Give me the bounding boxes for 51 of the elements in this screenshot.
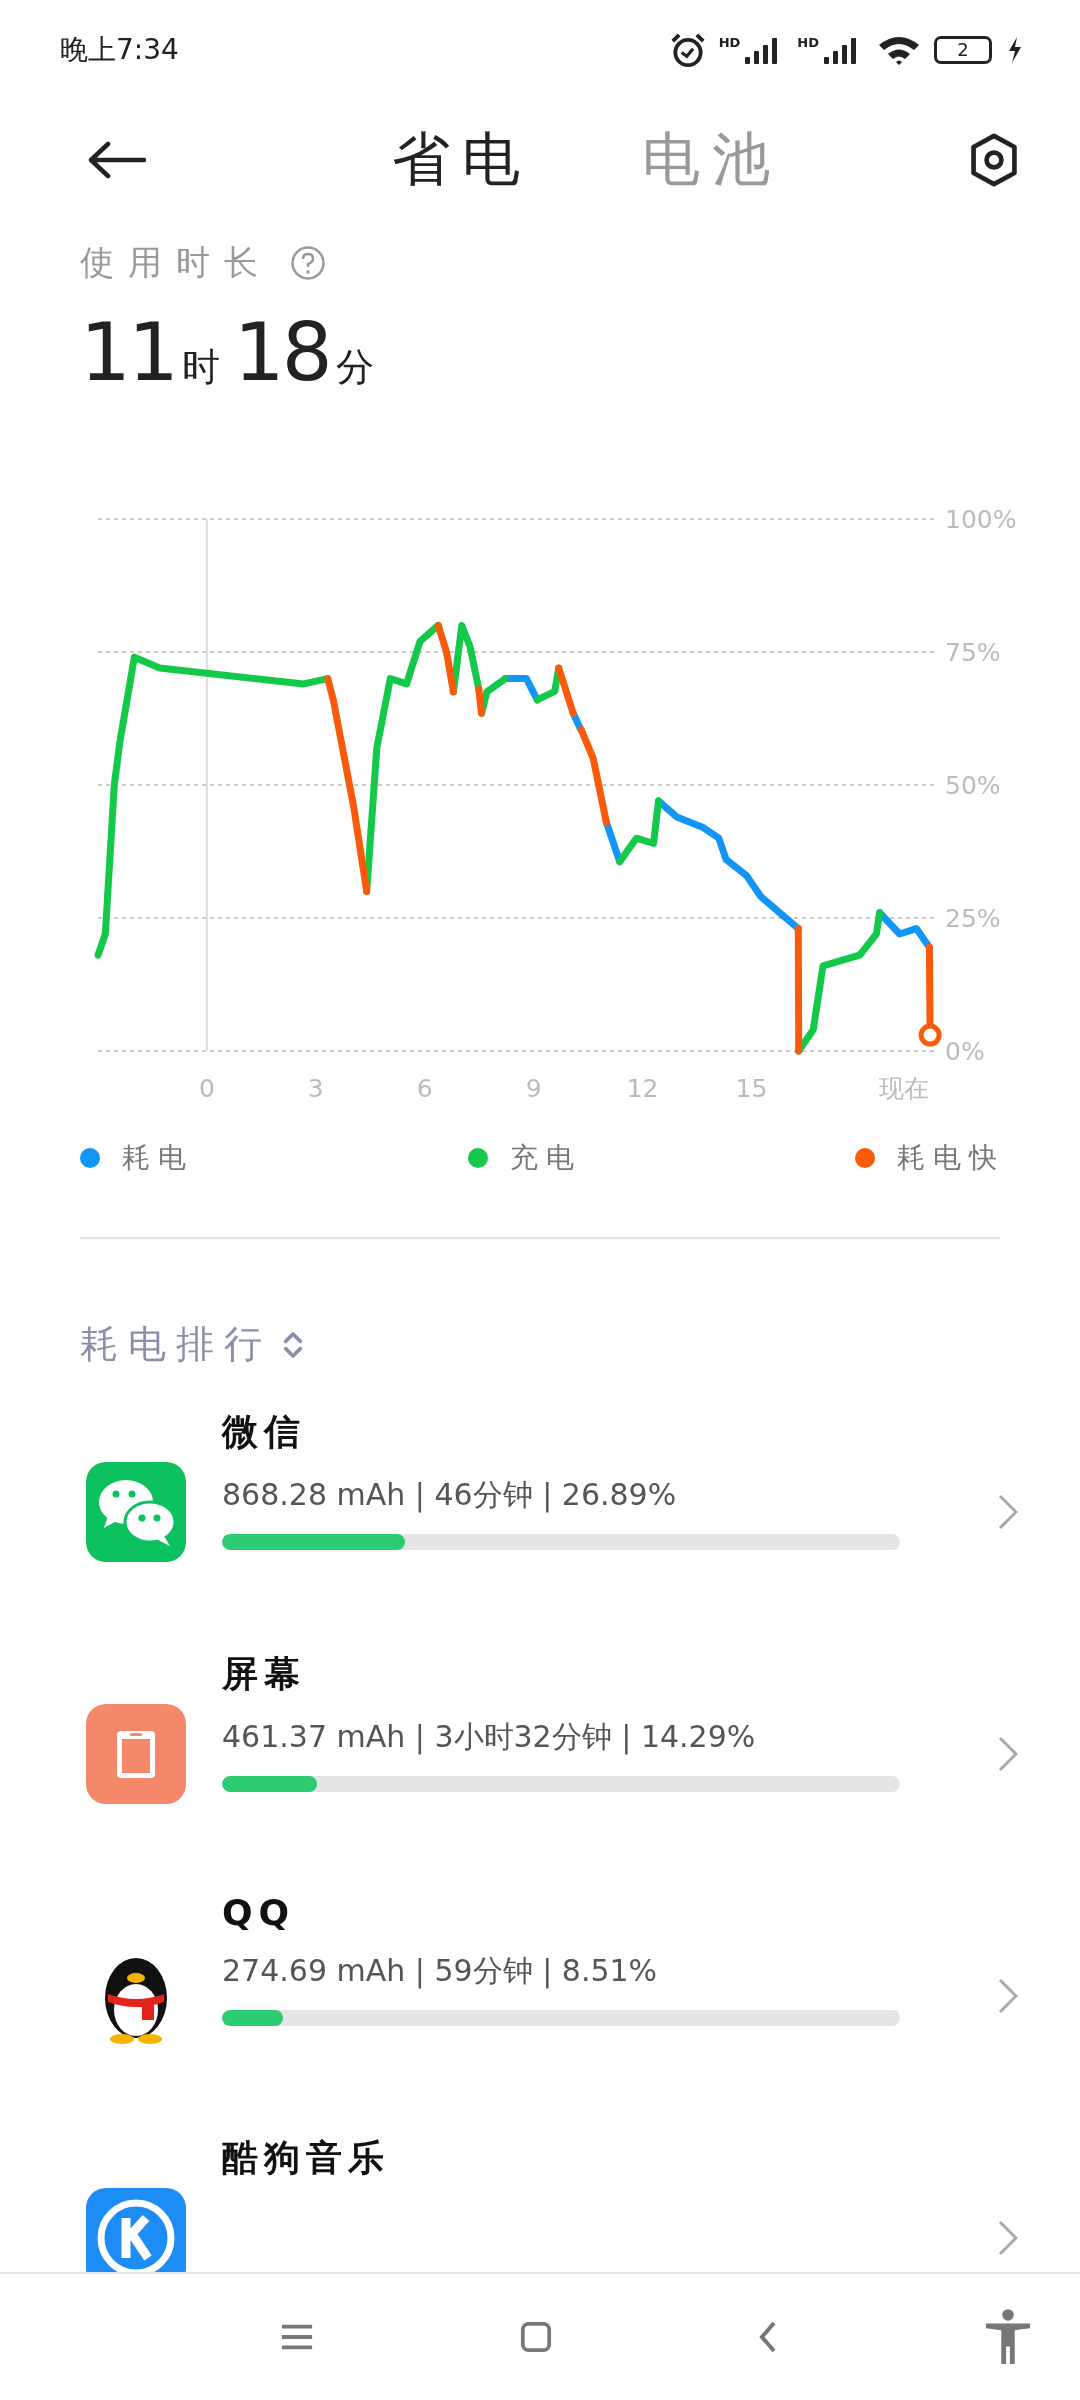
home-icon[interactable] [520,2321,552,2353]
chevron-right-icon [996,1492,1020,1532]
network-type-label: HD [797,35,819,50]
usage-duration-label: 使用时长 [80,241,272,284]
minutes-value: 18 [233,306,330,399]
chat-bubbles-icon [86,1462,186,1562]
x-tick-label: 15 [735,1074,768,1103]
app-usage-stats: 461.37 mAh | 3小时32分钟 | 14.29% [222,1718,757,1757]
x-tick-label: 3 [307,1074,324,1103]
x-tick-label: 12 [626,1074,659,1103]
network-type-label: HD [718,35,741,50]
x-tick-label: 9 [525,1074,542,1103]
menu-icon[interactable] [280,2322,314,2352]
x-tick-label: 现在 [878,1074,929,1103]
settings-icon[interactable] [968,132,1020,188]
accessibility-icon[interactable] [984,2308,1032,2366]
app-name: 微信 [222,1410,307,1454]
music-app-icon [86,2188,186,2272]
app-row[interactable]: 微信 868.28 mAh | 46分钟 | 26.89% [0,1408,1080,1650]
app-usage-stats: 868.28 mAh | 46分钟 | 26.89% [222,1476,678,1515]
app-row[interactable]: 酷狗音乐 [0,2134,1080,2272]
help-icon[interactable] [290,245,326,281]
chevron-right-icon [996,2218,1020,2258]
status-time: 晚上7:34 [60,32,179,68]
y-tick-label: 50% [945,771,1001,800]
app-name: 酷狗音乐 [222,2136,391,2180]
legend-label: 耗电快 [897,1140,1005,1176]
x-tick-label: 6 [416,1074,433,1103]
hours-value: 11 [80,306,176,399]
back-icon[interactable] [86,140,146,180]
battery-icon: 2 [934,36,992,64]
chevron-right-icon [996,1976,1020,2016]
app-name: 屏幕 [222,1652,307,1696]
y-tick-label: 100% [945,505,1017,534]
y-tick-label: 25% [945,904,1001,933]
app-name: QQ [222,1892,297,1933]
app-row[interactable]: 屏幕 461.37 mAh | 3小时32分钟 | 14.29% [0,1650,1080,1892]
legend-label: 耗电 [122,1140,194,1176]
chevron-right-icon [996,1734,1020,1774]
tab[interactable]: 省电 [392,121,532,199]
app-usage-stats: 274.69 mAh | 59分钟 | 8.51% [222,1952,659,1991]
phone-screen-icon [86,1704,186,1804]
back-nav-icon[interactable] [758,2320,778,2354]
minutes-unit: 分 [335,344,374,391]
legend-label: 充电 [509,1140,582,1176]
current-point-marker [918,1023,942,1047]
y-tick-label: 75% [945,638,1001,667]
y-tick-label: 0% [945,1037,985,1066]
app-row[interactable]: QQ 274.69 mAh | 59分钟 | 8.51% [0,1892,1080,2134]
hours-unit: 时 [181,344,220,391]
x-tick-label: 0 [198,1074,215,1103]
